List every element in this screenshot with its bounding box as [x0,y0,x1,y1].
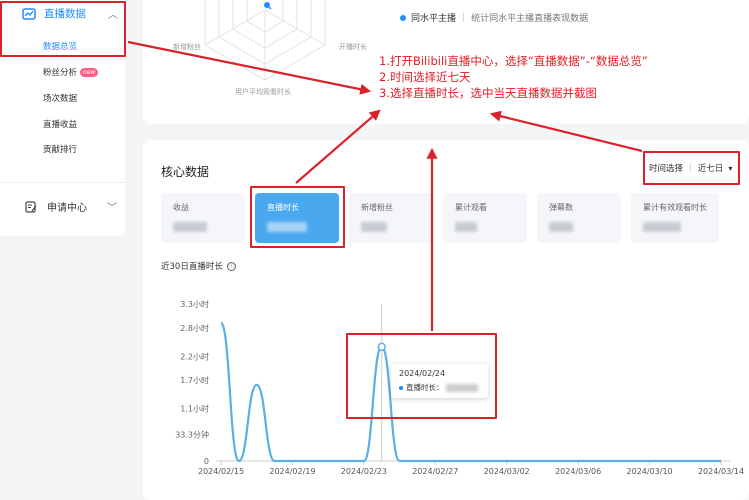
instruction-step-1: 1.打开Bilibili直播中心，选择“直播数据”-“数据总览” [379,54,648,68]
arrow-metric [295,109,381,184]
annotation-arrows [127,40,643,331]
arrow-time-select [489,110,643,153]
arrow-sidebar [127,40,372,95]
instruction-step-3: 3.选择直播时长，选中当天直播数据并截图 [379,86,597,100]
instruction-step-2: 2.时间选择近七天 [379,70,471,84]
